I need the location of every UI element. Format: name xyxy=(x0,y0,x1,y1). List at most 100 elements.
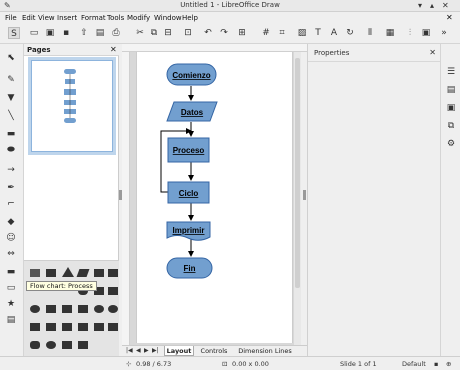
fill-color-icon[interactable]: ▼ xyxy=(4,92,18,104)
save-icon[interactable]: ▪ xyxy=(60,27,72,39)
fontwork-icon[interactable]: A xyxy=(328,27,340,39)
ellipse-icon[interactable]: ⬬ xyxy=(4,144,18,156)
gallery-deck-icon[interactable]: ▣ xyxy=(445,102,457,114)
textbox-icon[interactable]: T xyxy=(312,27,324,39)
vertical-ruler[interactable] xyxy=(122,52,130,347)
tab-controls[interactable]: Controls xyxy=(198,346,230,356)
menu-help[interactable]: Help xyxy=(182,14,198,22)
menu-format[interactable]: Format xyxy=(81,14,106,22)
pdf-icon[interactable]: ▤ xyxy=(94,27,106,39)
horizontal-ruler[interactable] xyxy=(122,44,307,52)
shape-merge[interactable] xyxy=(78,323,88,331)
shape-predefined-process[interactable] xyxy=(94,269,104,277)
menu-edit[interactable]: Edit xyxy=(22,14,36,22)
shape-data[interactable] xyxy=(76,269,90,277)
properties-close-icon[interactable]: ✕ xyxy=(429,48,436,57)
prev-tab-icon[interactable]: ◀ xyxy=(136,347,141,354)
menu-modify[interactable]: Modify xyxy=(127,14,150,22)
align-icon[interactable]: ⫴ xyxy=(364,27,376,39)
node-ciclo[interactable]: Ciclo xyxy=(167,181,210,204)
toolbar-more-icon[interactable]: » xyxy=(438,27,450,39)
shape-offpage-connector[interactable] xyxy=(46,305,56,313)
shape-process[interactable] xyxy=(30,269,40,277)
shape-stored-data[interactable] xyxy=(94,323,104,331)
menu-tools[interactable]: Tools xyxy=(107,14,124,22)
pages-close-icon[interactable]: ✕ xyxy=(110,45,117,54)
shape-or[interactable] xyxy=(108,305,118,313)
styles-deck-icon[interactable]: ▤ xyxy=(445,84,457,96)
symbol-shapes-icon[interactable]: ☺ xyxy=(4,232,18,244)
shape-internal-storage[interactable] xyxy=(108,269,118,277)
shadow-icon[interactable]: ▣ xyxy=(420,27,432,39)
menu-view[interactable]: View xyxy=(38,14,55,22)
shape-collate[interactable] xyxy=(30,323,40,331)
line-icon[interactable]: ╲ xyxy=(4,110,18,122)
open-icon[interactable]: ▣ xyxy=(44,27,56,39)
stars-icon[interactable]: ★ xyxy=(4,298,18,310)
shape-direct-access[interactable] xyxy=(62,341,72,349)
shape-alternate-process[interactable] xyxy=(46,269,56,277)
shape-card[interactable] xyxy=(62,305,72,313)
shape-summing-junction[interactable] xyxy=(94,305,104,313)
print-icon[interactable]: ⎙ xyxy=(110,27,122,39)
maximize-icon[interactable]: ▴ xyxy=(430,1,434,10)
node-datos[interactable]: Datos xyxy=(166,101,218,122)
sidebar-menu-icon[interactable]: ✕ xyxy=(446,13,453,22)
page-thumbnail[interactable] xyxy=(28,57,116,155)
sidebar-splitter[interactable] xyxy=(303,190,306,200)
arrow-line-icon[interactable]: → xyxy=(4,164,18,176)
callout-icon[interactable]: ▭ xyxy=(4,282,18,294)
tab-layout[interactable]: Layout xyxy=(164,346,194,356)
transform-icon[interactable]: ↻ xyxy=(344,27,356,39)
redo-icon[interactable]: ↷ xyxy=(218,27,230,39)
node-comienzo[interactable]: Comienzo xyxy=(166,63,217,86)
undo-icon[interactable]: ↶ xyxy=(202,27,214,39)
shape-delay[interactable] xyxy=(108,323,118,331)
table-icon[interactable]: ⊞ xyxy=(236,27,248,39)
distribute-icon[interactable]: ⫶ xyxy=(404,27,416,39)
curve-icon[interactable]: ✒ xyxy=(4,182,18,194)
arrange-icon[interactable]: ▦ xyxy=(384,27,396,39)
scrollbar-thumb[interactable] xyxy=(295,58,300,288)
node-fin[interactable]: Fin xyxy=(166,257,213,279)
clone-icon[interactable]: ⊡ xyxy=(182,27,194,39)
block-arrows-icon[interactable]: ⇔ xyxy=(4,248,18,260)
line-color-icon[interactable]: ✎ xyxy=(4,74,18,86)
shape-punched-tape[interactable] xyxy=(78,305,88,313)
shape-extract[interactable] xyxy=(62,323,72,331)
shape-sequential-access[interactable] xyxy=(30,341,40,349)
grid-icon[interactable]: # xyxy=(260,27,272,39)
vertical-scrollbar[interactable] xyxy=(294,52,301,345)
last-tab-icon[interactable]: ▶| xyxy=(152,347,159,354)
rectangle-icon[interactable]: ▬ xyxy=(4,128,18,140)
menu-file[interactable]: File xyxy=(5,14,17,22)
navigator-deck-icon[interactable]: ⧉ xyxy=(445,120,457,132)
properties-deck-icon[interactable]: ☰ xyxy=(445,66,457,78)
menu-window[interactable]: Window xyxy=(154,14,182,22)
export-icon[interactable]: ⇧ xyxy=(78,27,90,39)
next-tab-icon[interactable]: ▶ xyxy=(144,347,149,354)
shape-magnetic-disc[interactable] xyxy=(46,341,56,349)
shape-manual-input[interactable] xyxy=(108,287,118,295)
cut-icon[interactable]: ✂ xyxy=(134,27,146,39)
zoom-icon[interactable]: ⊕ xyxy=(446,360,451,368)
node-proceso[interactable]: Proceso xyxy=(167,137,210,163)
paste-icon[interactable]: ⊟ xyxy=(162,27,174,39)
node-imprimir[interactable]: Imprimir xyxy=(166,221,211,241)
shape-decision[interactable] xyxy=(62,267,74,277)
close-icon[interactable]: ✕ xyxy=(442,1,449,10)
flowchart-icon[interactable]: ▬ xyxy=(4,266,18,278)
slide-icon[interactable]: S xyxy=(8,27,20,39)
shapes-deck-icon[interactable]: ⚙ xyxy=(445,138,457,150)
shape-connector[interactable] xyxy=(30,305,40,313)
copy-icon[interactable]: ⧉ xyxy=(148,27,160,39)
new-icon[interactable]: ▭ xyxy=(28,27,40,39)
menu-insert[interactable]: Insert xyxy=(57,14,77,22)
shape-display[interactable] xyxy=(78,341,88,349)
minimize-icon[interactable]: ▾ xyxy=(418,1,422,10)
tab-dimension-lines[interactable]: Dimension Lines xyxy=(234,346,296,356)
drawing-page[interactable]: Comienzo Datos Proceso Ciclo Imprimir Fi… xyxy=(136,52,293,343)
select-icon[interactable]: ⬉ xyxy=(4,52,18,64)
shape-sort[interactable] xyxy=(46,323,56,331)
image-icon[interactable]: ▨ xyxy=(296,27,308,39)
